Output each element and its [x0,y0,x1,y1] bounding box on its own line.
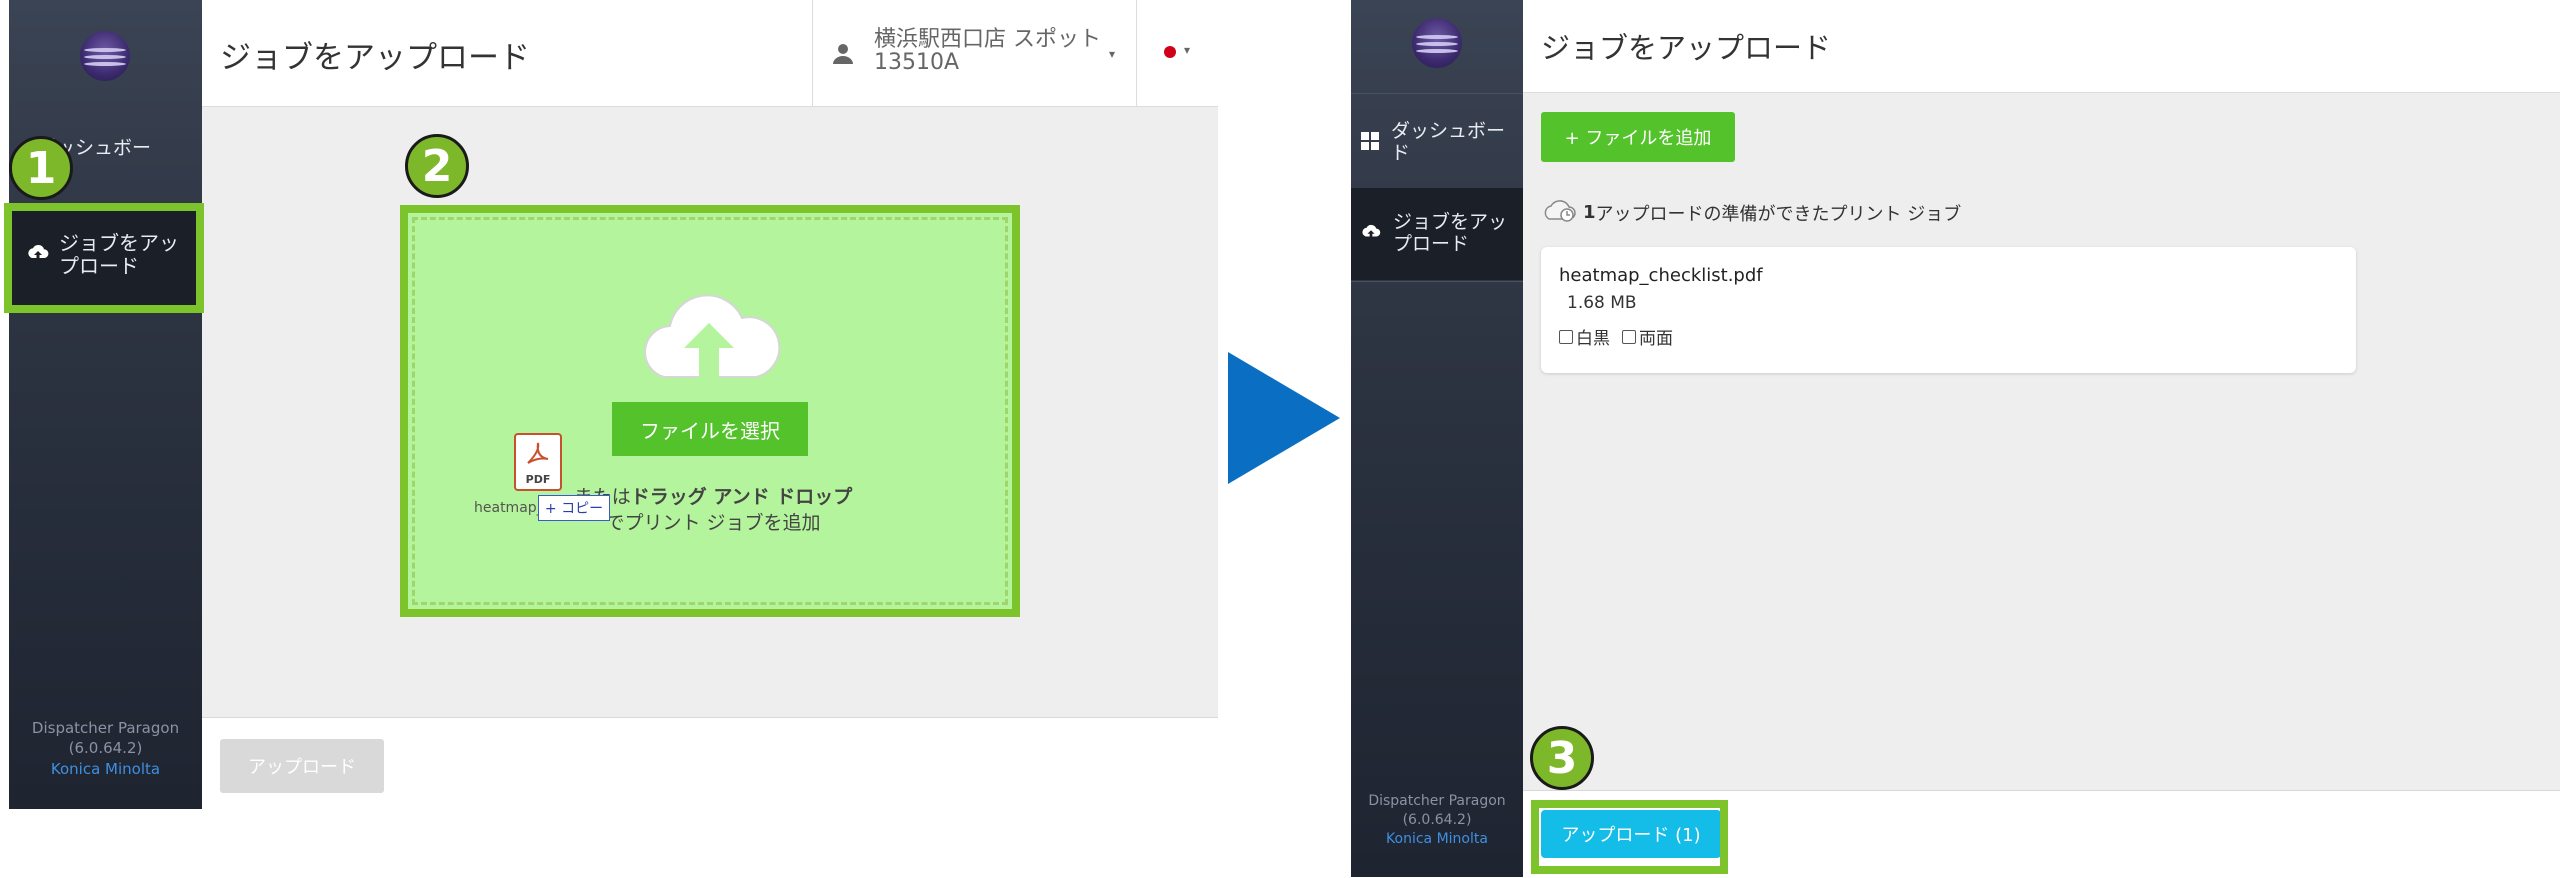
sidebar-item-dashboard[interactable]: ダッシュボー ド [1351,100,1523,186]
cloud-upload-icon [1361,223,1381,245]
sidebar-item-label: ダッシュボー ド [1391,120,1506,164]
vendor-link[interactable]: Konica Minolta [1351,830,1523,849]
add-file-button[interactable]: + ファイルを追加 [1541,112,1735,162]
select-file-button[interactable]: ファイルを選択 [612,402,808,456]
status-dot-icon [1164,46,1176,58]
right-sidebar: ダッシュボー ド ジョブをアッ プロード Dispatcher Paragon … [1351,0,1523,877]
step1-highlight [4,203,204,313]
mono-checkbox[interactable] [1559,329,1573,344]
grid-icon [1361,131,1379,155]
file-options: 白黒 両面 [1559,324,1673,349]
step3-callout: 3 [1530,726,1594,790]
drag-hint-bold: ドラッグ アンド ドロップ [630,486,853,508]
product-version: (6.0.64.2) [1402,811,1472,828]
product-version: (6.0.64.2) [68,739,143,758]
right-main: + ファイルを追加 1 アップロードの準備ができたプリント ジョブ heatma… [1523,93,2560,790]
ready-count: 1 [1583,202,1596,223]
select-file-button-label: ファイルを選択 [640,418,780,443]
right-header: ジョブをアップロード [1523,0,2560,93]
language-menu[interactable]: ▾ [1164,42,1204,62]
left-footer: アップロード [202,717,1218,810]
chevron-down-icon: ▾ [1184,43,1191,57]
step1-callout: 1 [9,136,73,200]
app-logo [80,31,130,81]
sidebar-footer: Dispatcher Paragon (6.0.64.2) Konica Min… [9,718,202,779]
app-logo [1412,18,1462,68]
page-title: ジョブをアップロード [220,40,530,76]
chevron-down-icon: ▾ [1109,47,1116,61]
vendor-link[interactable]: Konica Minolta [9,759,202,779]
duplex-checkbox[interactable] [1622,329,1636,344]
add-file-button-label: + ファイルを追加 [1564,128,1712,149]
sidebar-footer: Dispatcher Paragon (6.0.64.2) Konica Min… [1351,792,1523,849]
user-menu[interactable]: 横浜駅西口店 スポット 13510A ▾ [832,28,1122,80]
drag-copy-badge: + コピー [538,495,610,521]
pdf-file-type: PDF [525,473,551,486]
ready-text: アップロードの準備ができたプリント ジョブ [1595,203,1962,225]
upload-button-label: アップロード [248,757,356,778]
step3-highlight [1531,800,1728,874]
file-name: heatmap_checklist.pdf [1559,265,1763,286]
page-title: ジョブをアップロード [1541,31,1832,65]
sidebar-item-label: ジョブをアッ プロード [1393,211,1508,255]
user-icon [832,42,854,68]
cloud-upload-icon [634,285,784,389]
upload-button-disabled[interactable]: アップロード [220,739,384,793]
drag-file-name: heatmap_ [474,500,544,516]
duplex-label: 両面 [1639,329,1673,349]
product-name: Dispatcher Paragon [1368,793,1506,809]
product-name: Dispatcher Paragon [31,719,180,737]
pdf-file-icon: PDF [514,433,562,491]
sidebar-item-upload[interactable]: ジョブをアッ プロード [1351,188,1523,280]
left-header: ジョブをアップロード 横浜駅西口店 スポット 13510A ▾ ▾ [202,0,1218,107]
ready-status: 1 アップロードの準備ができたプリント ジョブ [1541,197,1961,228]
dropzone[interactable]: ファイルを選択 またはドラッグ アンド ドロップ でプリント ジョブを追加 PD… [400,205,1020,617]
drag-hint-suffix: でプリント ジョブを追加 [605,511,821,534]
user-id: 13510A [874,50,960,76]
user-name: 横浜駅西口店 スポット [874,27,1101,52]
cloud-clock-icon [1541,197,1579,228]
left-sidebar: ダッシュボー ド ジョブをアッ プロード Dispatcher Paragon … [9,0,202,809]
mono-label: 白黒 [1576,329,1610,349]
file-size: 1.68 MB [1567,293,1637,313]
next-step-arrow-icon [1228,352,1340,488]
step2-callout: 2 [405,134,469,198]
file-card: heatmap_checklist.pdf 1.68 MB 白黒 両面 [1541,247,2356,373]
